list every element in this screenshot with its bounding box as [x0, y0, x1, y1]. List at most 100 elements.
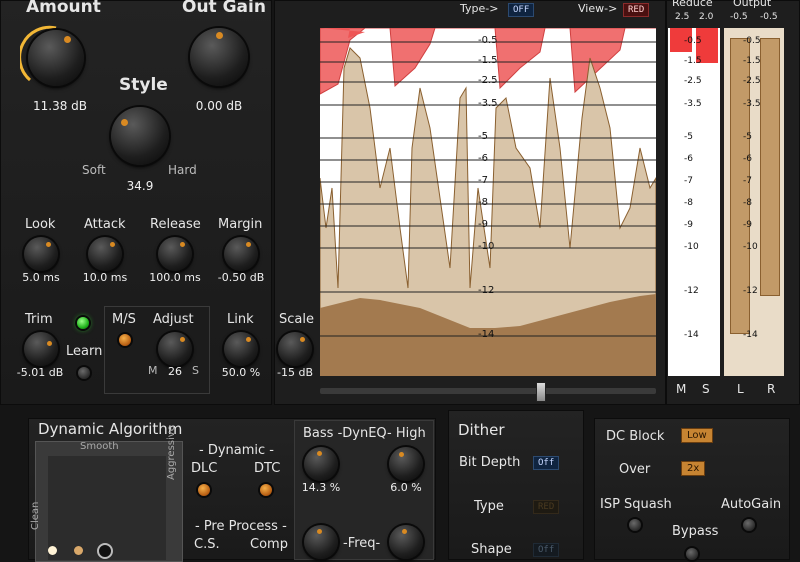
dc-block-label: DC Block — [606, 429, 665, 444]
dyneq-title: Bass -DynEQ- High — [303, 426, 426, 441]
over-label: Over — [619, 462, 651, 477]
dither-type-button[interactable]: RED — [533, 500, 560, 514]
display-scrollbar[interactable] — [320, 388, 656, 394]
pad-aggressive-label: Aggressive — [166, 425, 177, 480]
display-tick-label: -7 — [478, 175, 488, 186]
dc-block-button[interactable]: Low — [681, 428, 713, 443]
output-meter-tick: -3.5 — [743, 99, 761, 109]
trim-value: -5.01 dB — [16, 366, 64, 379]
dyneq-freq-low-knob[interactable] — [304, 525, 338, 559]
reduce-m-channel: M — [676, 382, 687, 396]
link-knob[interactable] — [224, 332, 258, 366]
look-knob[interactable] — [24, 237, 58, 271]
output-r-channel: R — [767, 382, 776, 396]
attack-value: 10.0 ms — [82, 271, 128, 284]
margin-knob[interactable] — [224, 237, 258, 271]
style-soft-label: Soft — [82, 163, 106, 177]
margin-label: Margin — [218, 217, 263, 232]
reduce-meter-tick: -10 — [684, 242, 699, 252]
ms-label: M/S — [112, 312, 136, 327]
reduce-meter-label: Reduce — [672, 0, 713, 9]
reduce-scale-left: 2.5 — [675, 12, 690, 22]
output-meter-tick: -9 — [743, 220, 752, 230]
dtc-button[interactable] — [260, 484, 272, 496]
reduce-meter-tick: -0.5 — [684, 36, 702, 46]
display-tick-label: -2.5 — [478, 75, 498, 86]
display-tick-label: -3.5 — [478, 98, 498, 109]
type-label: Type-> — [460, 2, 499, 15]
bit-depth-button[interactable]: Off — [533, 456, 560, 470]
output-meter-tick: -0.5 — [743, 36, 761, 46]
dither-shape-label: Shape — [471, 542, 512, 557]
style-hard-label: Hard — [168, 163, 197, 177]
pad-point-1[interactable] — [48, 546, 57, 555]
style-knob[interactable] — [104, 100, 176, 172]
dynamic-algorithm-title: Dynamic Algorithm — [38, 420, 183, 438]
output-meter-tick: -5 — [743, 132, 752, 142]
release-label: Release — [150, 217, 201, 232]
display-tick-label: -12 — [478, 285, 495, 296]
output-meter-tick: -7 — [743, 176, 752, 186]
view-label: View-> — [578, 2, 618, 15]
autogain-button[interactable] — [743, 519, 755, 531]
dyneq-freq-high-knob[interactable] — [389, 525, 423, 559]
reduce-meter-tick: -12 — [684, 286, 699, 296]
display-tick-label: -9 — [478, 219, 488, 230]
reduce-meter-tick: -6 — [684, 154, 693, 164]
bypass-button[interactable] — [686, 548, 698, 560]
dlc-label: DLC — [191, 461, 218, 476]
pad-clean-label: Clean — [30, 501, 41, 530]
scale-label: Scale — [279, 312, 314, 327]
scale-value: -15 dB — [277, 366, 313, 379]
display-tick-label: -8 — [478, 197, 488, 208]
trim-knob[interactable] — [24, 332, 58, 366]
pad-smooth-label: Smooth — [80, 441, 119, 452]
link-value: 50.0 % — [221, 366, 261, 379]
view-toggle-button[interactable]: RED — [623, 3, 650, 17]
output-l-channel: L — [737, 382, 744, 396]
release-knob[interactable] — [158, 237, 192, 271]
dyneq-bass-knob[interactable] — [304, 447, 338, 481]
output-meter-tick: -8 — [743, 198, 752, 208]
reduce-meter-tick: -1.5 — [684, 56, 702, 66]
look-value: 5.0 ms — [22, 271, 60, 284]
pad-point-3[interactable] — [97, 543, 113, 559]
dyneq-bass-value: 14.3 % — [301, 481, 341, 494]
autogain-label: AutoGain — [721, 497, 782, 512]
reduce-meter-tick: -14 — [684, 330, 699, 340]
dlc-button[interactable] — [198, 484, 210, 496]
ms-toggle-button[interactable] — [119, 334, 131, 346]
attack-knob[interactable] — [88, 237, 122, 271]
output-meter-tick: -14 — [743, 330, 758, 340]
pad-point-2[interactable] — [74, 546, 83, 555]
output-meter-tick: -2.5 — [743, 76, 761, 86]
display-tick-label: -5 — [478, 131, 488, 142]
display-tick-label: -6 — [478, 153, 488, 164]
style-label: Style — [119, 75, 168, 95]
dyneq-high-knob[interactable] — [389, 447, 423, 481]
display-scrollbar-thumb[interactable] — [536, 382, 546, 402]
dither-type-label: Type — [474, 499, 504, 514]
display-tick-label: -14 — [478, 329, 495, 340]
output-meter-tick: -10 — [743, 242, 758, 252]
link-label: Link — [227, 312, 254, 327]
reduce-s-channel: S — [702, 382, 710, 396]
adjust-value: 26 — [168, 365, 182, 378]
learn-button[interactable] — [78, 367, 90, 379]
dither-title: Dither — [458, 421, 505, 439]
out-gain-label: Out Gain — [182, 0, 266, 17]
amount-knob[interactable] — [20, 22, 92, 94]
scale-knob[interactable] — [278, 332, 312, 366]
reduce-meter-tick: -5 — [684, 132, 693, 142]
bypass-label: Bypass — [672, 524, 719, 539]
type-toggle-button[interactable]: OFF — [508, 3, 535, 17]
over-button[interactable]: 2x — [681, 461, 706, 476]
out-gain-knob[interactable] — [190, 28, 248, 86]
dynamic-group-label: - Dynamic - — [199, 443, 274, 458]
isp-squash-button[interactable] — [629, 519, 641, 531]
dither-shape-button[interactable]: Off — [533, 543, 560, 557]
adjust-knob[interactable] — [158, 332, 192, 366]
adjust-label: Adjust — [153, 312, 194, 327]
display-tick-label: -1.5 — [478, 55, 498, 66]
trim-label: Trim — [25, 312, 53, 327]
